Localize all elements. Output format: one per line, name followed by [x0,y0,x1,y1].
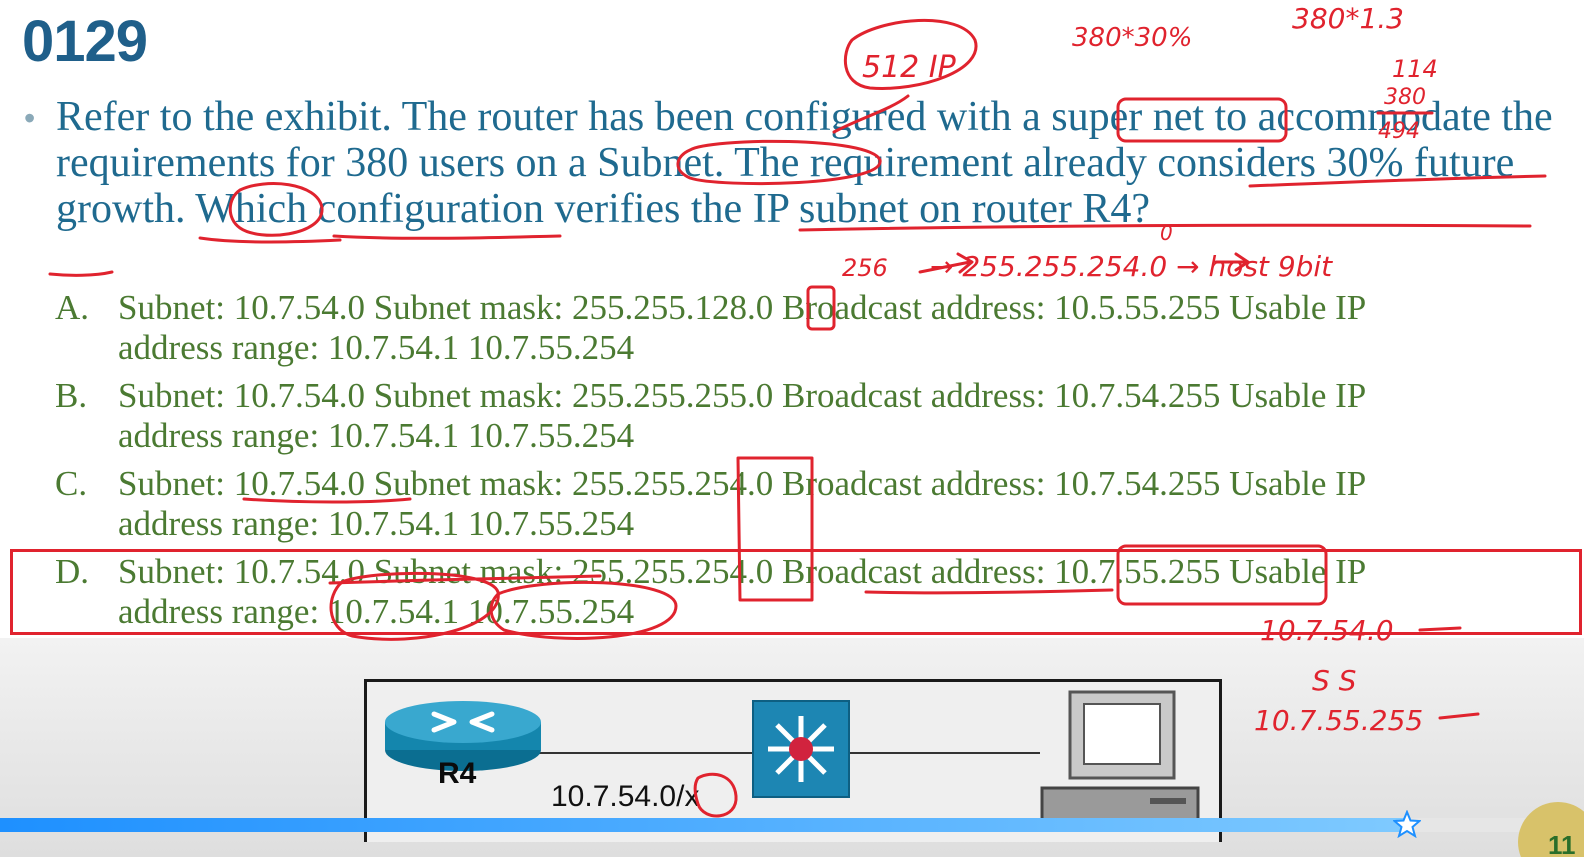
ink-underline-future [332,234,562,240]
computer-icon [1040,690,1200,826]
ink-text-calc2: 380*1.3 [1292,2,1404,35]
option-text-line1: Subnet: 10.7.54.0 Subnet mask: 255.255.1… [118,288,1367,327]
bullet-dot: • [24,100,36,136]
option-a: A. Subnet: 10.7.54.0 Subnet mask: 255.25… [55,288,1555,376]
network-address-label: 10.7.54.0/x [551,780,700,813]
ink-text-mask-note: → 255.255.254.0 → host 9bit [930,250,1333,283]
option-text-line2: address range: 10.7.54.1 10.7.55.254 [118,328,635,367]
ink-underline-r4 [48,270,114,277]
option-text-line1: Subnet: 10.7.54.0 Subnet mask: 255.255.2… [118,376,1367,415]
option-b: B. Subnet: 10.7.54.0 Subnet mask: 255.25… [55,376,1555,464]
svg-text:11: 11 [1548,830,1576,857]
ink-arrow-host [1214,252,1250,272]
video-progress-bar[interactable] [0,818,1584,832]
ink-text-scratch: 256 [842,254,888,282]
star-icon[interactable] [1393,810,1421,838]
option-c: C. Subnet: 10.7.54.0 Subnet mask: 255.25… [55,464,1555,552]
switch-icon [752,700,850,798]
correct-answer-highlight [10,549,1582,635]
option-letter: C. [55,464,88,503]
option-text-line1: Subnet: 10.7.54.0 Subnet mask: 255.255.2… [118,464,1367,503]
ink-text-512ip: 512 IP [862,50,957,85]
ink-circle-512ip [844,18,978,90]
slide-number: 0129 [22,9,148,74]
option-text-line2: address range: 10.7.54.1 10.7.55.254 [118,504,635,543]
ink-underline-considers [198,236,342,244]
option-text-line2: address range: 10.7.54.1 10.7.55.254 [118,416,635,455]
ink-arrow-mask [918,252,974,274]
ink-text-sum-a: 114 [1392,55,1438,83]
corner-logo-icon: 11 [1518,802,1584,857]
option-letter: A. [55,288,90,327]
question-text: Refer to the exhibit. The router has bee… [56,94,1553,232]
router-label: R4 [438,757,477,790]
option-letter: B. [55,376,88,415]
ink-text-calc1: 380*30% [1072,23,1192,53]
